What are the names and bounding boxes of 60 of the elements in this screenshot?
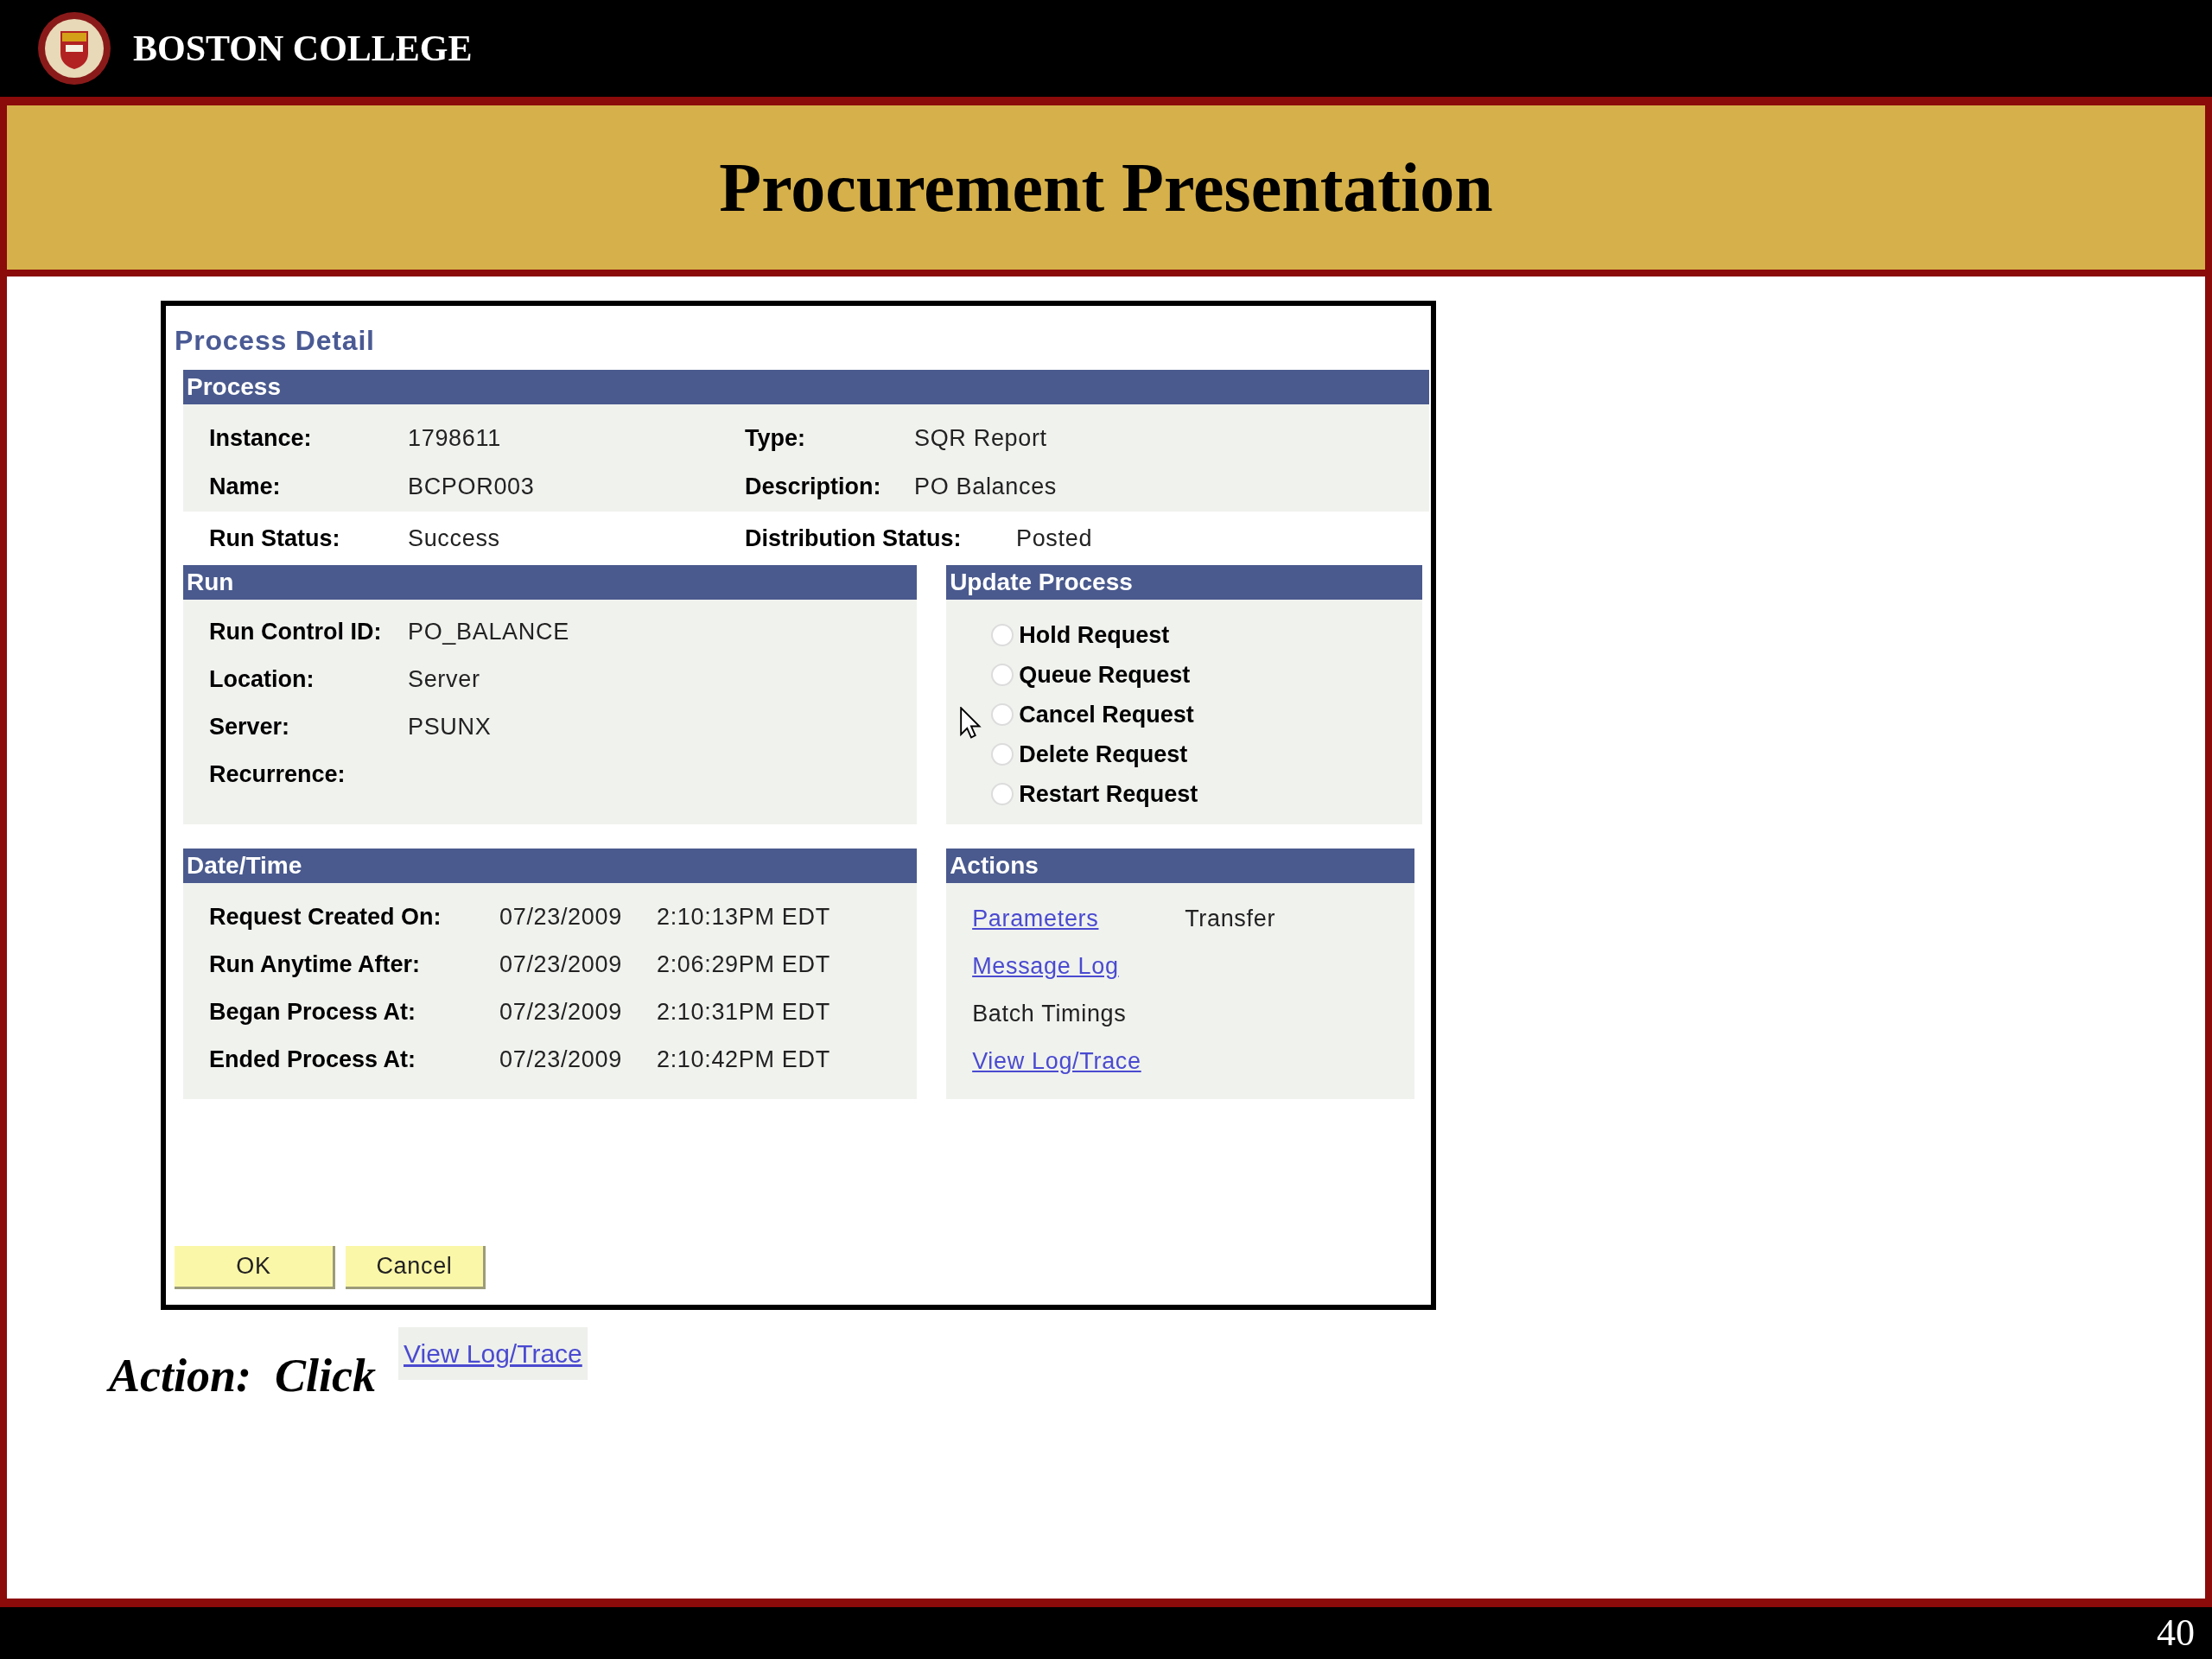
field-value: BCPOR003: [408, 472, 536, 501]
field-label: Request Created On:: [209, 903, 442, 932]
radio-button[interactable]: [991, 703, 1014, 726]
field-label: Ended Process At:: [209, 1046, 417, 1075]
radio-button[interactable]: [991, 664, 1014, 686]
field-value: Server: [408, 665, 480, 695]
field-value: PO Balances: [914, 472, 1057, 501]
field-value: 2:10:31PM EDT: [657, 998, 830, 1027]
field-value: 2:10:13PM EDT: [657, 903, 830, 932]
radio-button[interactable]: [991, 783, 1014, 805]
action-link[interactable]: Message Log: [972, 949, 1119, 984]
ok-button[interactable]: OK: [175, 1246, 335, 1289]
section-header: Actions: [946, 849, 1415, 883]
field-value: 2:06:29PM EDT: [657, 950, 830, 980]
page-number: 40: [2157, 1611, 2195, 1656]
action-label: Batch Timings: [972, 1000, 1127, 1029]
field-value: 07/23/2009: [499, 1046, 623, 1075]
cancel-button[interactable]: Cancel: [346, 1246, 486, 1289]
field-value: Success: [408, 524, 501, 553]
slide-title: Procurement Presentation: [719, 149, 1493, 227]
field-label: Run Status:: [209, 524, 341, 553]
action-label: Transfer: [1185, 905, 1276, 934]
radio-option[interactable]: Cancel Request: [991, 698, 1422, 731]
field-label: Run Control ID:: [209, 618, 383, 647]
field-label: Type:: [745, 423, 806, 453]
radio-option[interactable]: Restart Request: [991, 778, 1422, 810]
field-label: Name:: [209, 472, 282, 501]
field-label: Instance:: [209, 423, 313, 453]
field-label: Description:: [745, 472, 882, 501]
action-link[interactable]: View Log/Trace: [972, 1044, 1141, 1079]
section-header: Run: [183, 565, 918, 600]
page-title: Process Detail: [175, 324, 376, 358]
field-label: Distribution Status:: [745, 524, 963, 553]
field-value: PO_BALANCE: [408, 618, 569, 647]
field-label: Server:: [209, 713, 291, 742]
view-log-trace-link[interactable]: View Log/Trace: [398, 1327, 588, 1380]
field-value: Posted: [1016, 524, 1093, 553]
field-label: Location:: [209, 665, 315, 695]
organization-name: BOSTON COLLEGE: [133, 27, 473, 70]
field-label: Began Process At:: [209, 998, 417, 1027]
field-value: 2:10:42PM EDT: [657, 1046, 830, 1075]
radio-button[interactable]: [991, 624, 1014, 646]
field-value: 07/23/2009: [499, 950, 623, 980]
field-label: Run Anytime After:: [209, 950, 421, 980]
mouse-cursor-icon: [960, 707, 983, 740]
radio-option[interactable]: Delete Request: [991, 738, 1422, 771]
college-seal-icon: [36, 10, 112, 86]
field-value: PSUNX: [408, 713, 492, 742]
radio-option[interactable]: Queue Request: [991, 658, 1422, 691]
section-header: Process: [183, 370, 1429, 404]
field-value: 07/23/2009: [499, 903, 623, 932]
radio-option[interactable]: Hold Request: [991, 619, 1422, 652]
section-header: Date/Time: [183, 849, 918, 883]
field-label: Recurrence:: [209, 760, 346, 790]
action-link[interactable]: Parameters: [972, 901, 1185, 937]
field-value: 07/23/2009: [499, 998, 623, 1027]
section-header: Update Process: [946, 565, 1422, 600]
field-value: SQR Report: [914, 423, 1047, 453]
field-value: 1798611: [408, 423, 502, 453]
radio-button[interactable]: [991, 743, 1014, 766]
